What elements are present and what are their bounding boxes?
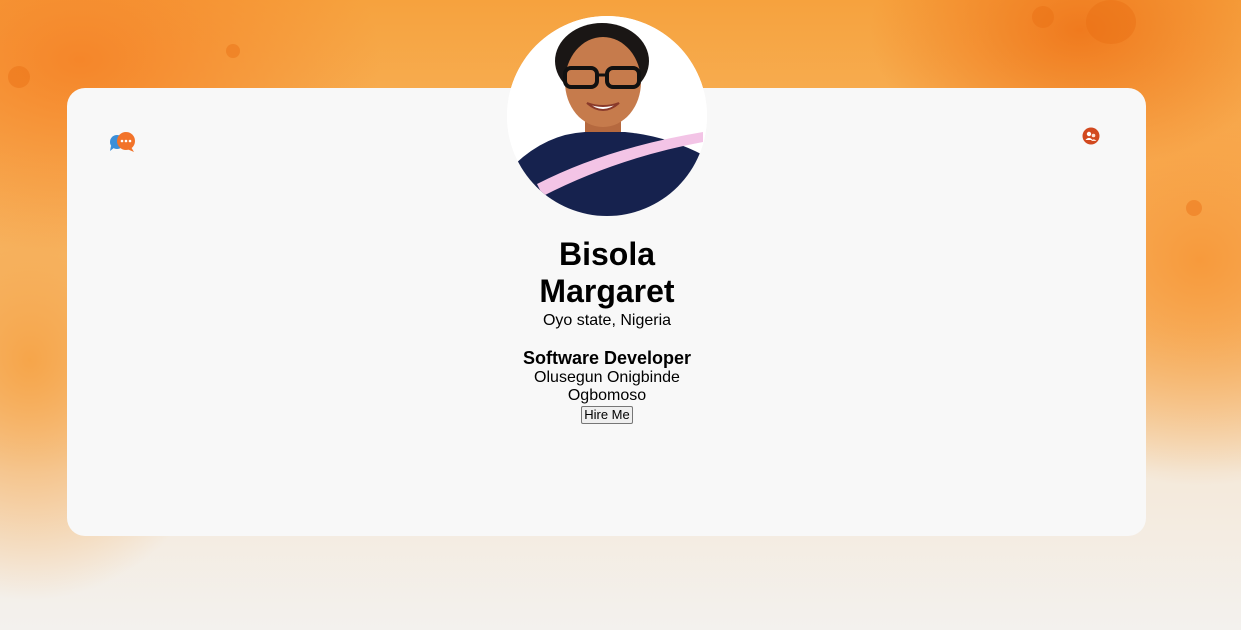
- chat-bubbles-icon[interactable]: [108, 131, 138, 153]
- city-name: Ogbomoso: [567, 387, 647, 404]
- job-title: Software Developer: [522, 348, 692, 368]
- watercolor-blot: [1186, 200, 1202, 216]
- profile-location: Oyo state, Nigeria: [542, 312, 672, 329]
- watercolor-blot: [226, 44, 240, 58]
- profile-name: Bisola Margaret: [539, 236, 675, 309]
- profile-avatar: [507, 16, 707, 216]
- watercolor-blot: [1032, 6, 1054, 28]
- school-name: Olusegun Onigbinde: [534, 369, 680, 386]
- watercolor-blot: [8, 66, 30, 88]
- people-icon[interactable]: [1082, 127, 1100, 145]
- hire-me-button[interactable]: Hire Me: [581, 406, 633, 424]
- watercolor-blot: [1086, 0, 1136, 44]
- profile-info: Bisola Margaret Oyo state, Nigeria Softw…: [457, 236, 757, 424]
